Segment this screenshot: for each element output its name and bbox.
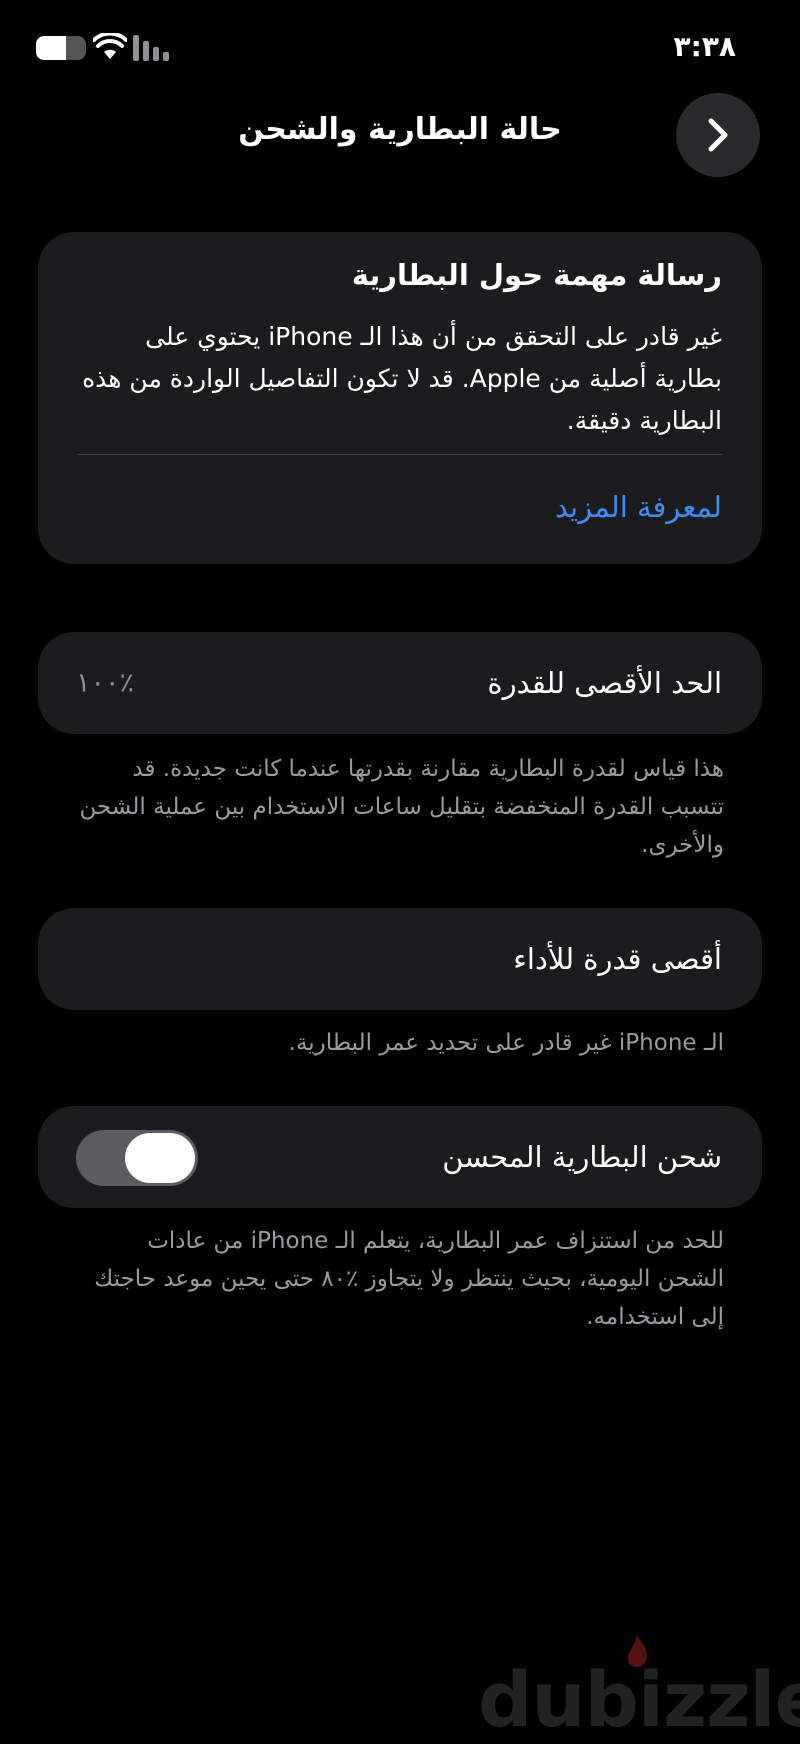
optimized-charging-toggle[interactable] [76,1130,198,1186]
chevron-right-icon [708,118,728,152]
peak-performance-label: أقصى قدرة للأداء [513,942,722,976]
wifi-icon [93,33,127,59]
maximum-capacity-label: الحد الأقصى للقدرة [487,666,722,700]
signal-icon [133,35,169,61]
peak-performance-footnote: الـ iPhone غير قادر على تحديد عمر البطار… [288,1030,724,1056]
maximum-capacity-row: الحد الأقصى للقدرة ٪١٠٠ [38,632,762,734]
battery-level-fill [36,36,66,60]
maximum-capacity-footnote: هذا قياس لقدرة البطارية مقارنة بقدرتها ع… [79,756,724,858]
important-message-title: رسالة مهمة حول البطارية [351,258,722,292]
important-message-card: رسالة مهمة حول البطارية غير قادر على الت… [38,232,762,564]
maximum-capacity-value: ٪١٠٠ [76,667,135,699]
learn-more-link[interactable]: لمعرفة المزيد [555,490,722,524]
important-message-body: غير قادر على التحقق من أن هذا الـ iPhone… [82,322,722,435]
toggle-knob [125,1133,195,1183]
optimized-charging-row: شحن البطارية المحسن [38,1106,762,1208]
status-time: ٣:٣٨ [673,30,736,63]
battery-icon [36,36,86,60]
peak-performance-row: أقصى قدرة للأداء [38,908,762,1010]
back-button[interactable] [676,93,760,177]
optimized-charging-footnote: للحد من استنزاف عمر البطارية، يتعلم الـ … [94,1228,724,1330]
divider [78,454,722,455]
optimized-charging-label: شحن البطارية المحسن [442,1140,722,1174]
